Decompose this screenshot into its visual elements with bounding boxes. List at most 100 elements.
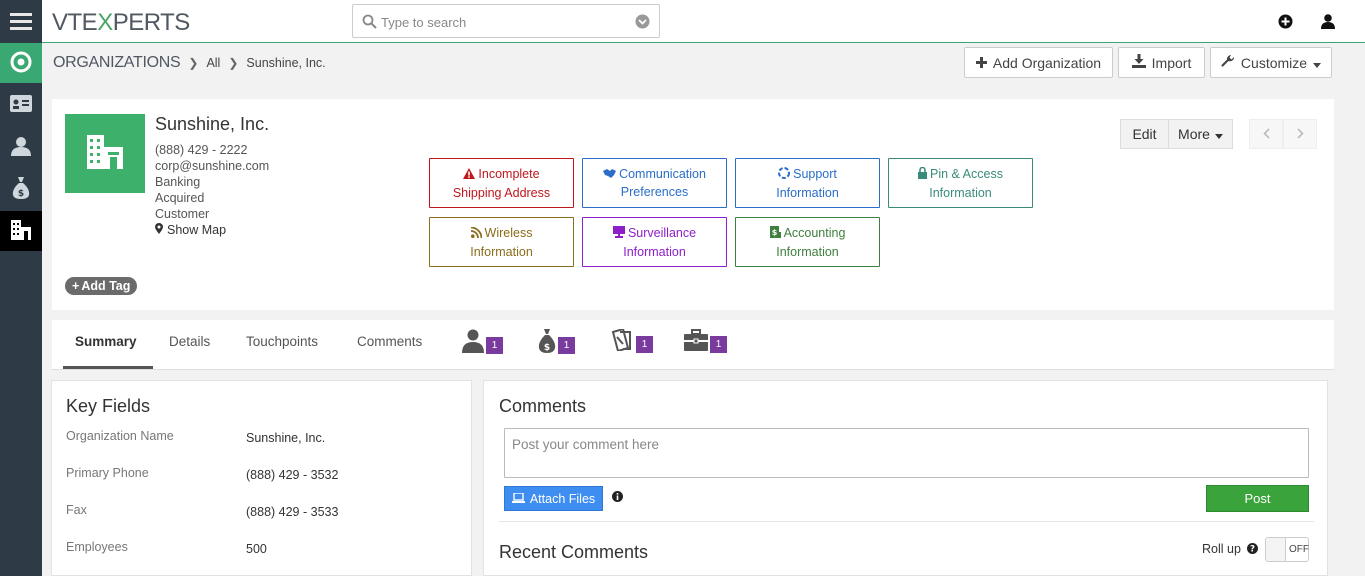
- previous-record-button[interactable]: [1249, 119, 1283, 149]
- rss-icon: [470, 225, 482, 243]
- sidebar-item-deals[interactable]: $: [0, 169, 42, 209]
- widget-surveillance-information[interactable]: Surveillance Information: [582, 217, 727, 267]
- logo-text-x: X: [97, 9, 113, 36]
- active-tab-indicator: [63, 366, 153, 369]
- projects-icon: [684, 329, 708, 354]
- related-contacts-tab[interactable]: 1: [462, 329, 503, 356]
- edit-button[interactable]: Edit: [1120, 119, 1169, 149]
- customize-button[interactable]: Customize: [1210, 47, 1332, 78]
- add-organization-button[interactable]: Add Organization: [964, 47, 1113, 78]
- handshake-icon: [603, 165, 617, 183]
- search-input[interactable]: [381, 12, 621, 32]
- comments-panel: Comments Attach Files Post Recent Commen…: [483, 380, 1328, 576]
- sidebar-item-contacts[interactable]: [0, 127, 42, 167]
- widget-line2: Information: [776, 244, 839, 259]
- breadcrumb-filter[interactable]: All: [206, 56, 220, 70]
- more-label: More: [1178, 126, 1210, 142]
- widget-line1: Wireless: [484, 225, 533, 240]
- widget-line1: Support: [793, 166, 837, 181]
- related-deals-tab[interactable]: $ 1: [538, 329, 575, 356]
- breadcrumb-record: Sunshine, Inc.: [246, 56, 326, 70]
- money-bag-icon: $: [12, 176, 30, 202]
- widget-incomplete-shipping[interactable]: Incomplete Shipping Address: [429, 158, 574, 208]
- info-icon[interactable]: [612, 490, 623, 505]
- widget-text: $ Accounting Information: [769, 224, 845, 261]
- user-profile-icon[interactable]: [1321, 14, 1337, 30]
- related-tickets-tab[interactable]: 1: [610, 327, 653, 354]
- widget-wireless-information[interactable]: Wireless Information: [429, 217, 574, 267]
- menu-icon[interactable]: [0, 1, 42, 41]
- logo-text-right: PERTS: [112, 9, 191, 36]
- chevron-left-icon: [1262, 126, 1270, 142]
- widget-line2: Information: [623, 244, 686, 259]
- sidebar-item-leads[interactable]: [0, 85, 42, 125]
- post-button[interactable]: Post: [1206, 485, 1309, 512]
- more-button[interactable]: More: [1168, 119, 1233, 149]
- app-logo[interactable]: VTEXPERTS: [52, 9, 190, 37]
- breadcrumb: ORGANIZATIONS ❯ All ❯ Sunshine, Inc.: [53, 54, 326, 72]
- add-tag-label: Add Tag: [81, 279, 131, 293]
- rollup-text: Roll up: [1202, 542, 1241, 556]
- attach-files-button[interactable]: Attach Files: [504, 486, 603, 511]
- widget-line2: Shipping Address: [452, 185, 551, 200]
- toggle-knob: [1266, 538, 1286, 561]
- divider: [499, 521, 1314, 522]
- key-fields-title: Key Fields: [66, 396, 151, 416]
- search-icon: [362, 14, 377, 32]
- customize-label: Customize: [1240, 54, 1308, 71]
- tickets-icon: [610, 327, 634, 354]
- record-phone: (888) 429 - 2222: [155, 143, 248, 157]
- chevron-right-icon: ❯: [228, 56, 239, 70]
- widget-communication-preferences[interactable]: Communication Preferences: [582, 158, 727, 208]
- field-value[interactable]: Sunshine, Inc.: [246, 431, 325, 445]
- tab-summary[interactable]: Summary: [75, 334, 137, 349]
- field-value[interactable]: (888) 429 - 3532: [246, 468, 338, 482]
- sidebar-item-dashboard[interactable]: [0, 43, 42, 83]
- add-tag-button[interactable]: + Add Tag: [65, 277, 138, 295]
- widget-line1: Incomplete: [478, 166, 540, 181]
- rollup-toggle[interactable]: OFF: [1265, 537, 1309, 562]
- edit-label: Edit: [1132, 126, 1157, 142]
- target-icon: [10, 51, 32, 76]
- field-label: Organization Name: [66, 429, 174, 443]
- caret-down-icon: [1214, 126, 1223, 142]
- widget-accounting-information[interactable]: $ Accounting Information: [735, 217, 880, 267]
- svg-text:$: $: [544, 343, 550, 353]
- related-count-badge: 1: [486, 337, 503, 354]
- chevron-right-icon: ❯: [188, 56, 199, 70]
- attach-files-label: Attach Files: [529, 491, 596, 506]
- quick-create-icon[interactable]: [1278, 14, 1294, 30]
- recent-comments-title: Recent Comments: [499, 542, 649, 562]
- svg-text:$: $: [771, 228, 777, 237]
- sidebar-item-organizations[interactable]: [0, 211, 42, 251]
- tab-touchpoints[interactable]: Touchpoints: [246, 334, 318, 349]
- record-email: corp@sunshine.com: [155, 159, 270, 173]
- breadcrumb-module[interactable]: ORGANIZATIONS: [53, 54, 181, 72]
- widget-line1: Communication: [619, 167, 706, 181]
- svg-text:?: ?: [1250, 545, 1255, 554]
- chevron-down-icon[interactable]: [635, 14, 650, 32]
- plus-icon: +: [72, 279, 80, 293]
- widget-line2: Information: [470, 244, 533, 259]
- next-record-button[interactable]: [1283, 119, 1317, 149]
- show-map-link[interactable]: Show Map: [155, 223, 226, 237]
- comment-input[interactable]: [504, 428, 1309, 478]
- help-icon[interactable]: ?: [1247, 543, 1259, 557]
- deals-icon: $: [538, 329, 556, 356]
- rollup-label: Roll up ?: [1202, 542, 1259, 557]
- widget-pin-access[interactable]: Pin & Access Information: [888, 158, 1033, 208]
- page-scrollbar[interactable]: [1350, 43, 1365, 576]
- widget-text: Support Information: [776, 165, 839, 202]
- monitor-icon: [612, 225, 625, 243]
- field-value[interactable]: 500: [246, 542, 267, 556]
- widget-line2: Preferences: [620, 185, 689, 199]
- download-icon: [1131, 54, 1146, 71]
- life-ring-icon: [778, 166, 791, 184]
- related-projects-tab[interactable]: 1: [684, 329, 727, 354]
- field-value[interactable]: (888) 429 - 3533: [246, 505, 338, 519]
- widget-support-information[interactable]: Support Information: [735, 158, 880, 208]
- import-button[interactable]: Import: [1118, 47, 1205, 78]
- comments-title: Comments: [499, 396, 587, 416]
- tab-details[interactable]: Details: [169, 334, 210, 349]
- tab-comments[interactable]: Comments: [357, 334, 422, 349]
